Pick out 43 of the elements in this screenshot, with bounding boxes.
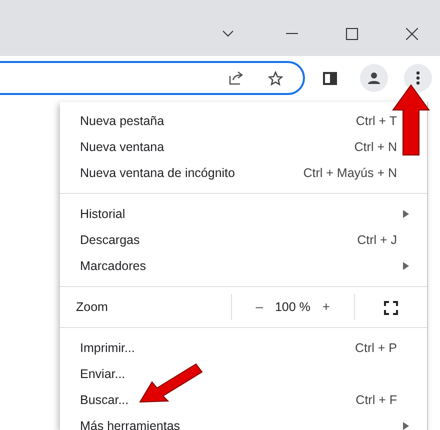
shortcut-label: Ctrl + N xyxy=(354,138,397,156)
menu-item-label: Historial xyxy=(80,206,126,223)
shortcut-label: Ctrl + J xyxy=(357,232,397,249)
menu-item[interactable]: Buscar... Ctrl + F xyxy=(60,387,427,413)
menu-item-label: Buscar... xyxy=(80,392,130,409)
menu-item[interactable]: Nueva ventana Ctrl + N xyxy=(60,134,427,160)
address-bar[interactable] xyxy=(0,61,305,95)
menu-item-label: Nueva pestaña xyxy=(80,112,166,130)
menu-item-label: Enviar... xyxy=(80,366,126,383)
menu-item[interactable]: Imprimir... Ctrl + P xyxy=(60,335,427,361)
menu-item[interactable]: Más herramientas xyxy=(60,413,427,430)
kebab-menu-icon xyxy=(416,71,420,85)
zoom-level: 100 % xyxy=(274,298,312,316)
menu-item-label: Zoom xyxy=(76,298,108,316)
menu-button[interactable] xyxy=(404,64,432,92)
shortcut-label: Ctrl + F xyxy=(356,392,397,409)
fullscreen-icon xyxy=(384,300,398,315)
person-icon xyxy=(368,72,380,84)
maximize-icon xyxy=(346,28,358,40)
menu-item-label: Imprimir... xyxy=(80,340,136,357)
menu-item-label: Más herramientas xyxy=(80,418,182,430)
menu-item[interactable]: Historial xyxy=(60,201,427,227)
share-icon xyxy=(229,71,245,85)
menu-item-label: Descargas xyxy=(80,232,141,249)
menu-item-label: Nueva ventana xyxy=(80,138,166,156)
menu-item[interactable]: Nueva pestaña Ctrl + T xyxy=(60,108,427,134)
shortcut-label: Ctrl + T xyxy=(356,112,397,130)
chevron-down-icon xyxy=(222,30,234,38)
zoom-in-button[interactable]: + xyxy=(314,297,338,317)
side-panel-icon xyxy=(323,72,337,84)
menu-item[interactable]: Nueva ventana de incógnito Ctrl + Mayús + N xyxy=(60,160,427,186)
menu-item[interactable]: Descargas Ctrl + J xyxy=(60,227,427,253)
menu-item[interactable]: Enviar... xyxy=(60,361,427,387)
shortcut-label: Ctrl + P xyxy=(354,340,397,357)
profile-button[interactable] xyxy=(360,64,388,92)
minimize-icon xyxy=(286,33,298,35)
star-icon xyxy=(268,70,282,86)
zoom-out-button[interactable]: – xyxy=(248,297,271,317)
menu-item[interactable]: Marcadores xyxy=(60,253,427,279)
close-icon xyxy=(406,28,418,40)
shortcut-label: Ctrl + Mayús + N xyxy=(303,164,397,182)
menu-item-label: Marcadores xyxy=(80,258,147,275)
menu-item-label: Nueva ventana de incógnito xyxy=(80,164,236,182)
